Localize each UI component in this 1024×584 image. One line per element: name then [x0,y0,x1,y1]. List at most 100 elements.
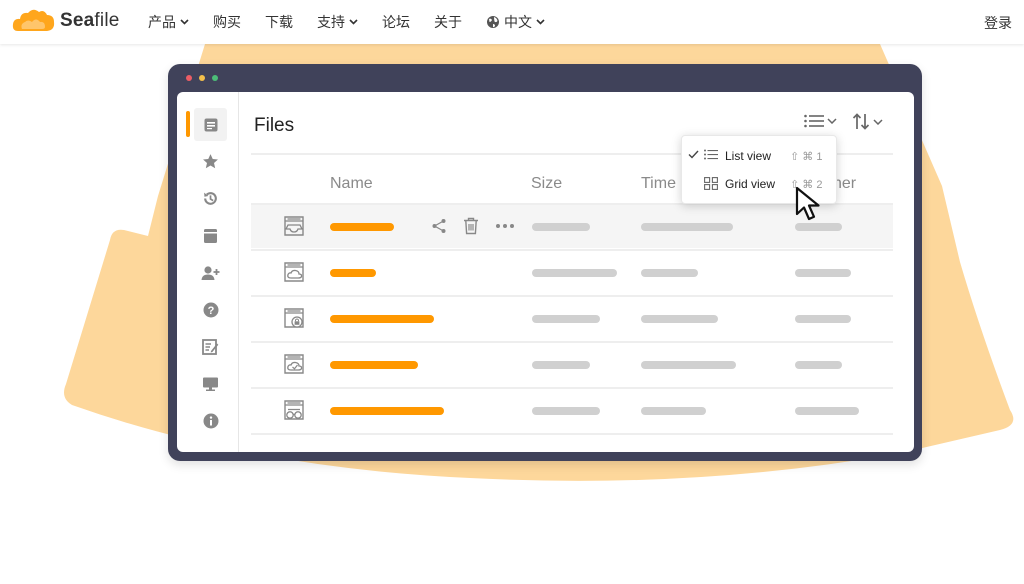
monitor-icon [203,377,218,391]
file-name-placeholder [330,315,434,323]
star-icon [203,154,218,169]
menu-item-label: List view [725,149,772,163]
sidebar-item-notes[interactable] [194,330,227,363]
library-tray-icon [284,216,304,236]
size-placeholder [532,223,590,231]
owner-placeholder [795,407,859,415]
table-row[interactable] [251,343,893,386]
file-name-placeholder [330,407,444,415]
seafile-logo[interactable]: Seafile [12,7,120,35]
minimize-dot [199,75,205,81]
sidebar-item-help[interactable]: ? [194,293,227,326]
sort-toggle[interactable] [852,113,883,130]
view-mode-toggle[interactable] [804,114,837,128]
list-icon [804,114,824,128]
time-placeholder [641,223,733,231]
history-icon [204,192,217,205]
notes-icon [202,338,219,355]
nav-item-forum[interactable]: 论坛 [382,12,410,32]
files-icon [204,118,217,131]
size-placeholder [532,269,617,277]
nav-label: 论坛 [382,14,410,30]
library-lock-icon [284,308,304,328]
sort-icon [852,113,870,130]
nav-label: 购买 [213,14,241,30]
owner-placeholder [795,223,842,231]
nav-label: 下载 [265,14,293,30]
sidebar-item-devices[interactable] [194,367,227,400]
time-placeholder [641,361,736,369]
nav-label: 中文 [504,14,532,30]
sidebar-item-libraries[interactable] [194,219,227,252]
top-navigation: Seafile 产品 购买 下载 支持 论坛 关于 中文 登录 [0,0,1024,44]
owner-placeholder [795,361,842,369]
time-placeholder [641,407,706,415]
file-name-placeholder [330,361,418,369]
add-user-icon [201,265,220,280]
nav-label: 产品 [148,14,176,30]
trash-icon[interactable] [463,217,479,235]
seafile-logo-icon [12,9,55,31]
check-icon [688,150,699,159]
column-header-name[interactable]: Name [330,175,373,193]
column-header-time[interactable]: Time [641,175,676,193]
sidebar-item-share[interactable] [194,256,227,289]
row-actions [431,217,531,235]
nav-label: 支持 [317,14,345,30]
table-row[interactable] [251,251,893,294]
sidebar-item-files[interactable] [194,108,227,141]
chevron-down-icon [349,19,358,25]
nav-item-products[interactable]: 产品 [148,12,189,32]
size-placeholder [532,407,600,415]
owner-placeholder [795,315,851,323]
list-icon [704,149,718,160]
more-icon[interactable] [495,223,515,229]
mouse-pointer-icon [795,186,820,221]
globe-icon [487,16,499,28]
share-icon[interactable] [431,218,447,234]
owner-placeholder [795,269,851,277]
active-indicator [186,111,190,137]
nav-label: 关于 [434,14,462,30]
logo-text: Seafile [60,10,120,31]
close-dot [186,75,192,81]
library-icon [204,228,217,243]
info-icon [203,413,218,428]
time-placeholder [641,269,698,277]
sidebar-item-about[interactable] [194,404,227,437]
nav-menu: 产品 购买 下载 支持 论坛 关于 中文 [148,0,569,44]
sidebar-item-starred[interactable] [194,145,227,178]
nav-item-language[interactable]: 中文 [486,12,545,32]
nav-item-buy[interactable]: 购买 [213,12,241,32]
maximize-dot [212,75,218,81]
app-sidebar: ? [177,92,239,452]
grid-icon [704,177,718,190]
nav-item-about[interactable]: 关于 [434,12,462,32]
divider [251,433,893,435]
library-glasses-icon [284,400,304,420]
nav-item-download[interactable]: 下载 [265,12,293,32]
chevron-down-icon [536,19,545,25]
library-cloud-icon [284,262,304,282]
file-name-placeholder [330,269,376,277]
table-row[interactable] [251,389,893,432]
nav-item-support[interactable]: 支持 [317,12,358,32]
svg-text:?: ? [207,305,214,317]
page-title: Files [254,115,295,136]
library-check-icon [284,354,304,374]
chevron-down-icon [873,118,883,125]
menu-item-list-view[interactable]: List view ⇧ ⌘ 1 [682,142,836,170]
file-name-placeholder [330,223,394,231]
sidebar-item-history[interactable] [194,182,227,215]
size-placeholder [532,361,590,369]
chevron-down-icon [827,118,837,124]
page: Seafile 产品 购买 下载 支持 论坛 关于 中文 登录 ? Files … [0,0,1024,584]
app-window-mockup: ? Files Name Size Time ner [168,64,922,461]
help-icon: ? [203,302,218,317]
login-link[interactable]: 登录 [984,13,1012,33]
window-controls [186,75,225,81]
column-header-size[interactable]: Size [531,175,562,193]
time-placeholder [641,315,718,323]
menu-item-label: Grid view [725,177,776,191]
table-row[interactable] [251,297,893,340]
